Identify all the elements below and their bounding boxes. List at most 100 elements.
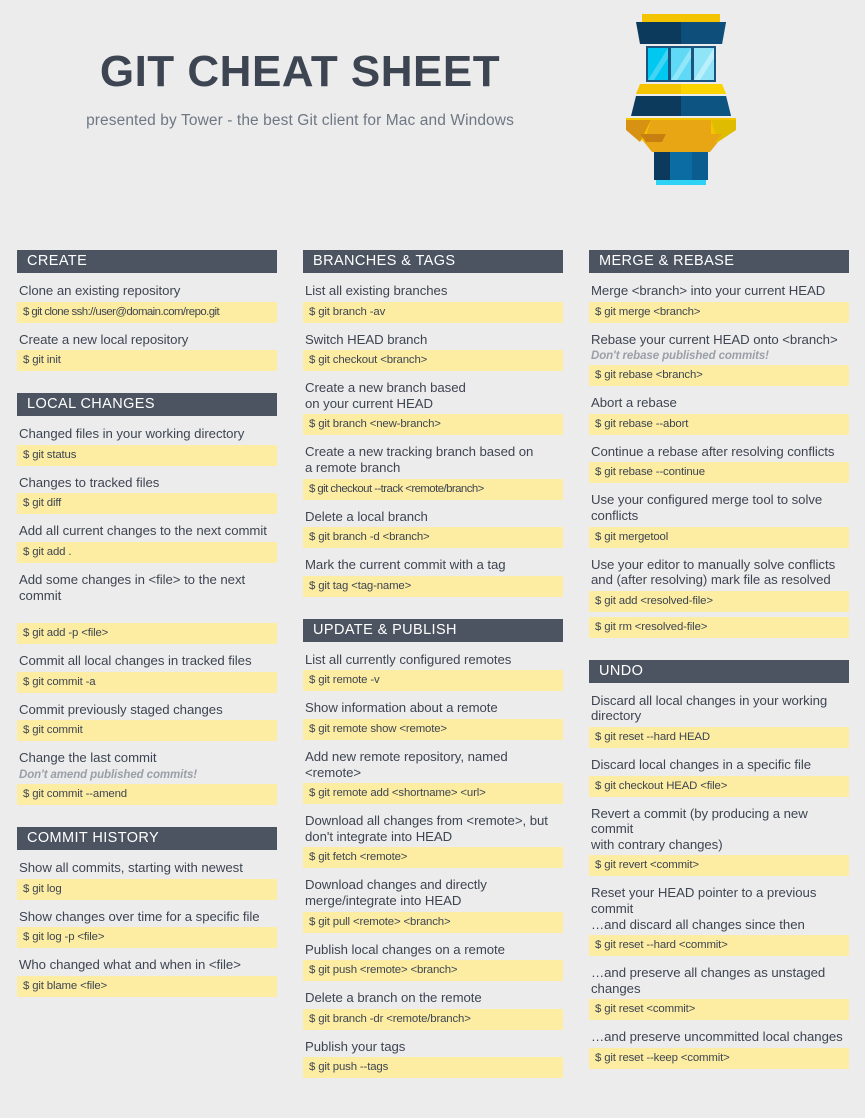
entry-description: Delete a branch on the remote xyxy=(305,990,482,1006)
command-box[interactable]: $ git add <resolved-file> xyxy=(589,590,849,612)
entry-description: Publish local changes on a remote xyxy=(305,941,505,957)
command-box[interactable]: $ git fetch <remote> xyxy=(303,847,563,869)
title-block: GIT CHEAT SHEET presented by Tower - the… xyxy=(0,50,600,130)
page-header: GIT CHEAT SHEET presented by Tower - the… xyxy=(0,0,865,210)
command-box[interactable]: $ git commit -a xyxy=(17,671,277,693)
command-box[interactable]: $ git pull <remote> <branch> xyxy=(303,911,563,933)
command-box[interactable]: $ git branch -dr <remote/branch> xyxy=(303,1008,563,1030)
command-box[interactable]: $ git status xyxy=(17,444,277,466)
entry-description: Show changes over time for a specific fi… xyxy=(19,908,260,924)
command-box[interactable]: $ git reset <commit> xyxy=(589,999,849,1021)
entry: Show all commits, starting with newest $… xyxy=(17,856,277,900)
entry-description: Merge <branch> into your current HEAD xyxy=(591,283,826,298)
entry: Mark the current commit with a tag $ git… xyxy=(303,553,563,597)
command-box[interactable]: $ git remote add <shortname> <url> xyxy=(303,783,563,805)
entry: …and preserve all changes as unstaged cha… xyxy=(589,961,849,1021)
section-branches-tags: BRANCHES & TAGS List all existing branch… xyxy=(303,250,563,597)
entry-description: Add new remote repository, named <remote… xyxy=(305,748,508,780)
command-box[interactable]: $ git diff xyxy=(17,493,277,515)
command-box[interactable]: $ git remote show <remote> xyxy=(303,718,563,740)
command-box[interactable]: $ git add -p <file> xyxy=(17,623,277,645)
section-header: LOCAL CHANGES xyxy=(17,393,277,417)
entry-description: Mark the current commit with a tag xyxy=(305,557,506,573)
entry-description: List all currently configured remotes xyxy=(305,651,512,667)
entry-description: Changes to tracked files xyxy=(19,474,160,490)
section-header: BRANCHES & TAGS xyxy=(303,250,563,273)
column-1: CREATE Clone an existing repository $ gi… xyxy=(17,250,277,1019)
command-box[interactable]: $ git commit --amend xyxy=(17,783,277,805)
command-box[interactable]: $ git rebase --continue xyxy=(589,462,849,484)
command-box[interactable]: $ git add . xyxy=(17,541,277,563)
command-box[interactable]: $ git mergetool xyxy=(589,526,849,548)
command-box[interactable]: $ git push <remote> <branch> xyxy=(303,960,563,982)
entry-description: Add all current changes to the next comm… xyxy=(19,523,267,539)
command-box[interactable]: $ git branch <new-branch> xyxy=(303,414,563,436)
section-header: MERGE & REBASE xyxy=(589,250,849,273)
command-box[interactable]: $ git blame <file> xyxy=(17,975,277,997)
section-merge-rebase: MERGE & REBASE Merge <branch> into your … xyxy=(589,250,849,638)
section-update-publish: UPDATE & PUBLISH List all currently conf… xyxy=(303,618,563,1079)
entry: Add all current changes to the next comm… xyxy=(17,519,277,563)
entry-warning: Don't amend published commits! xyxy=(19,768,197,781)
entry: Switch HEAD branch $ git checkout <branc… xyxy=(303,328,563,372)
command-box[interactable]: $ git rebase --abort xyxy=(589,413,849,435)
section-undo: UNDO Discard all local changes in your w… xyxy=(589,659,849,1069)
entry-description: Add some changes in <file> to the next c… xyxy=(19,571,246,603)
command-box[interactable]: $ git branch -av xyxy=(303,301,563,323)
entry-description: Publish your tags xyxy=(305,1038,406,1054)
entry-description: List all existing branches xyxy=(305,283,448,298)
section-header: CREATE xyxy=(17,250,277,273)
entry-description: Create a new branch based on your current… xyxy=(305,380,466,411)
entry-description: Use your configured merge tool to solve c… xyxy=(591,492,823,523)
entry: Use your editor to manually solve confli… xyxy=(589,553,849,638)
command-box[interactable]: $ git reset --keep <commit> xyxy=(589,1047,849,1069)
page-title: GIT CHEAT SHEET xyxy=(99,47,501,96)
command-box[interactable]: $ git rebase <branch> xyxy=(589,365,849,387)
entry-description: Revert a commit (by producing a new comm… xyxy=(591,805,808,852)
command-box[interactable]: $ git merge <branch> xyxy=(589,301,849,323)
command-box[interactable]: $ git rm <resolved-file> xyxy=(589,616,849,638)
section-create: CREATE Clone an existing repository $ gi… xyxy=(17,250,277,372)
entry-description: Continue a rebase after resolving confli… xyxy=(591,443,835,459)
entry: Publish your tags $ git push --tags xyxy=(303,1035,563,1079)
entry: …and preserve uncommitted local changes … xyxy=(589,1025,849,1069)
entry: Changed files in your working directory … xyxy=(17,422,277,466)
command-box[interactable]: $ git log xyxy=(17,878,277,900)
entry: List all existing branches $ git branch … xyxy=(303,279,563,323)
entry-description: Changed files in your working directory xyxy=(19,426,245,442)
content-columns: CREATE Clone an existing repository $ gi… xyxy=(0,250,865,1100)
command-box[interactable]: $ git checkout <branch> xyxy=(303,350,563,372)
command-box[interactable]: $ git reset --hard HEAD xyxy=(589,726,849,748)
entry-description: Create a new local repository xyxy=(19,331,189,347)
entry-description: Create a new tracking branch based on a r… xyxy=(305,444,534,475)
entry: Create a new local repository $ git init xyxy=(17,328,277,372)
command-box[interactable]: $ git remote -v xyxy=(303,670,563,692)
column-3: MERGE & REBASE Merge <branch> into your … xyxy=(589,250,849,1091)
command-box[interactable]: $ git reset --hard <commit> xyxy=(589,935,849,957)
entry-description: Reset your HEAD pointer to a previous co… xyxy=(591,885,817,932)
command-box[interactable]: $ git push --tags xyxy=(303,1057,563,1079)
command-box[interactable]: $ git init xyxy=(17,350,277,372)
entry: Revert a commit (by producing a new comm… xyxy=(589,802,849,877)
command-box[interactable]: $ git branch -d <branch> xyxy=(303,527,563,549)
command-box[interactable]: $ git log -p <file> xyxy=(17,927,277,949)
entry-description: Rebase your current HEAD onto <branch> xyxy=(591,331,838,347)
entry-description: Commit all local changes in tracked file… xyxy=(19,653,252,669)
command-box[interactable]: $ git clone ssh://user@domain.com/repo.g… xyxy=(17,301,277,323)
entry-description: Discard local changes in a specific file xyxy=(591,756,812,772)
section-commit-history: COMMIT HISTORY Show all commits, startin… xyxy=(17,826,277,997)
entry-description: Abort a rebase xyxy=(591,395,677,411)
command-box[interactable]: $ git checkout --track <remote/branch> xyxy=(303,478,563,500)
command-box[interactable]: $ git commit xyxy=(17,720,277,742)
section-header: UPDATE & PUBLISH xyxy=(303,618,563,642)
command-box[interactable]: $ git revert <commit> xyxy=(589,855,849,877)
entry: Add some changes in <file> to the next c… xyxy=(17,568,277,645)
entry: Show changes over time for a specific fi… xyxy=(17,905,277,949)
entry: Download changes and directly merge/integ… xyxy=(303,873,563,933)
command-box[interactable]: $ git checkout HEAD <file> xyxy=(589,775,849,797)
entry: Changes to tracked files $ git diff xyxy=(17,471,277,515)
entry-description: Show all commits, starting with newest xyxy=(19,859,243,875)
command-box[interactable]: $ git tag <tag-name> xyxy=(303,575,563,597)
entry-description: Switch HEAD branch xyxy=(305,331,428,347)
entry: Change the last commit Don't amend publi… xyxy=(17,746,277,805)
